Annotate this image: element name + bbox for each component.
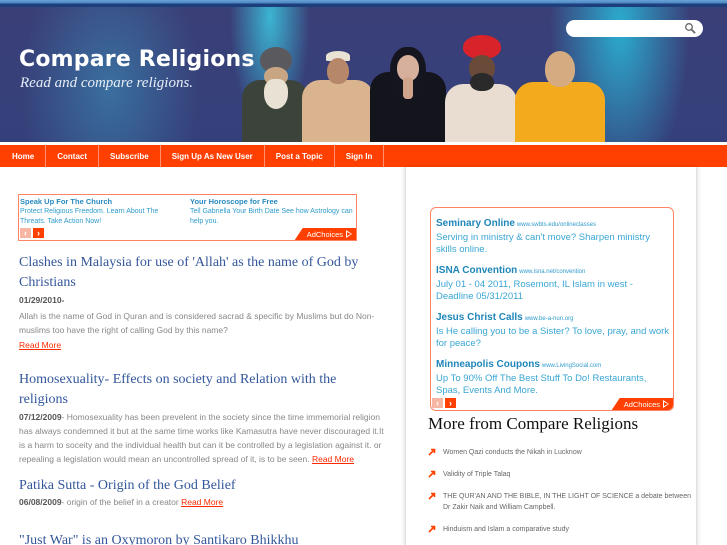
figure-hindu (445, 27, 517, 142)
ad-url[interactable]: www.swbts.edu/onlineclasses (517, 222, 596, 228)
more-section-title: More from Compare Religions (428, 414, 639, 433)
more-list-item[interactable]: Women Qazi conducts the Nikah in Lucknow (428, 447, 698, 458)
article-date: 06/08/2009 (19, 497, 62, 507)
article-item: "Just War" is an Oxymoron by Santikaro B… (19, 531, 387, 545)
ad-text[interactable]: Serving in ministry & can't move? Sharpe… (436, 232, 672, 256)
ad-text[interactable]: Up To 90% Off The Best Stuff To Do! Rest… (436, 373, 672, 397)
more-item-label[interactable]: Women Qazi conducts the Nikah in Lucknow (443, 449, 582, 456)
read-more-link[interactable]: Read More (312, 454, 354, 464)
chevron-left-icon[interactable]: ‹ (432, 398, 443, 408)
side-ad-item[interactable]: Jesus Christ Calls www.be-a-nun.org Is He… (436, 307, 672, 350)
read-more-link[interactable]: Read More (19, 340, 387, 350)
ad-title[interactable]: Minneapolis Coupons (436, 359, 540, 370)
ad-url[interactable]: www.be-a-nun.org (525, 316, 574, 322)
side-ad-item[interactable]: ISNA Convention www.isna.net/convention J… (436, 260, 672, 303)
chevron-left-icon[interactable]: ‹ (20, 228, 31, 238)
article-title[interactable]: Homosexuality- Effects on society and Re… (19, 370, 387, 410)
read-more-link[interactable]: Read More (181, 497, 223, 507)
adchoices-icon (346, 230, 352, 238)
article-title[interactable]: Patika Sutta - Origin of the God Belief (19, 476, 387, 496)
more-list-item[interactable]: THE QUR'AN AND THE BIBLE, IN THE LIGHT O… (428, 491, 693, 513)
figure-nun (370, 27, 446, 142)
ad-text[interactable]: Is He calling you to be a Sister? To lov… (436, 326, 672, 350)
nav-home[interactable]: Home (0, 145, 47, 167)
adchoices-label: AdChoices (306, 229, 343, 239)
side-ad-item[interactable]: Minneapolis Coupons www.LivingSocial.com … (436, 354, 672, 397)
chevron-right-icon[interactable]: › (33, 228, 44, 238)
nav-post-topic[interactable]: Post a Topic (265, 145, 335, 167)
article-excerpt: - origin of the belief in a creator (61, 497, 182, 507)
adchoices-button[interactable]: AdChoices (611, 398, 673, 410)
ad-title[interactable]: Seminary Online (436, 218, 515, 229)
search-input[interactable] (566, 20, 703, 37)
side-ad-unit: Seminary Online www.swbts.edu/onlineclass… (430, 207, 674, 411)
ad-title[interactable]: Speak Up For The Church (20, 197, 185, 206)
main-content: Speak Up For The Church Protect Religiou… (0, 167, 395, 545)
nav-sign-up[interactable]: Sign Up As New User (161, 145, 265, 167)
side-ad-item[interactable]: Seminary Online www.swbts.edu/onlineclass… (436, 213, 672, 256)
nav-contact[interactable]: Contact (46, 145, 100, 167)
religious-figures-image (240, 27, 620, 142)
article-excerpt: Allah is the name of God in Quran and is… (19, 311, 375, 335)
site-tagline: Read and compare religions. (20, 75, 194, 91)
ad-text[interactable]: Tell Gabriella Your Birth Date See how A… (190, 207, 355, 227)
ad-url[interactable]: www.LivingSocial.com (542, 363, 601, 369)
top-ad-1[interactable]: Speak Up For The Church Protect Religiou… (20, 197, 185, 227)
search-icon[interactable] (684, 22, 696, 34)
arrow-up-right-icon (428, 470, 436, 478)
adchoices-icon (663, 400, 669, 408)
article-item: Patika Sutta - Origin of the God Belief … (19, 476, 387, 509)
ad-title[interactable]: Jesus Christ Calls (436, 312, 523, 323)
ad-title[interactable]: Your Horoscope for Free (190, 197, 355, 206)
figure-sikh (242, 27, 308, 142)
nav-subscribe[interactable]: Subscribe (99, 145, 161, 167)
more-item-label[interactable]: Hinduism and Islam a comparative study (443, 526, 569, 533)
top-ad-unit: Speak Up For The Church Protect Religiou… (18, 194, 357, 241)
nav-sign-in[interactable]: Sign In (335, 145, 385, 167)
more-list: Women Qazi conducts the Nikah in Lucknow… (428, 447, 698, 535)
more-item-label[interactable]: Validity of Triple Talaq (443, 471, 510, 478)
more-list-item[interactable]: Hinduism and Islam a comparative study (428, 524, 698, 535)
article-title[interactable]: Clashes in Malaysia for use of 'Allah' a… (19, 253, 387, 293)
more-item-label[interactable]: THE QUR'AN AND THE BIBLE, IN THE LIGHT O… (443, 493, 691, 511)
article-item: Homosexuality- Effects on society and Re… (19, 370, 387, 466)
adchoices-label: AdChoices (623, 399, 660, 409)
ad-title[interactable]: ISNA Convention (436, 265, 517, 276)
arrow-up-right-icon (428, 492, 436, 500)
article-date: 01/29/2010- (19, 295, 65, 305)
sidebar: Seminary Online www.swbts.edu/onlineclass… (405, 167, 697, 545)
top-strip (0, 0, 727, 7)
arrow-up-right-icon (428, 525, 436, 533)
header-banner: Compare Religions Read and compare relig… (0, 7, 727, 142)
ad-text[interactable]: Protect Religious Freedom. Learn About T… (20, 207, 185, 227)
adchoices-button[interactable]: AdChoices (294, 228, 356, 240)
ad-text[interactable]: July 01 - 04 2011, Rosemont, IL Islam in… (436, 279, 672, 303)
ad-pager: ‹ › (432, 398, 456, 408)
figure-buddhist (515, 27, 605, 142)
top-ad-2[interactable]: Your Horoscope for Free Tell Gabriella Y… (190, 197, 355, 227)
figure-muslim (302, 27, 374, 142)
ad-url[interactable]: www.isna.net/convention (519, 269, 585, 275)
article-date: 07/12/2009 (19, 412, 62, 422)
chevron-right-icon[interactable]: › (445, 398, 456, 408)
arrow-up-right-icon (428, 448, 436, 456)
article-item: Clashes in Malaysia for use of 'Allah' a… (19, 253, 387, 350)
more-list-item[interactable]: Validity of Triple Talaq (428, 469, 698, 480)
site-title[interactable]: Compare Religions (19, 47, 255, 72)
main-nav: Home Contact Subscribe Sign Up As New Us… (0, 145, 727, 167)
ad-pager: ‹ › (20, 228, 44, 238)
article-title[interactable]: "Just War" is an Oxymoron by Santikaro B… (19, 531, 387, 545)
